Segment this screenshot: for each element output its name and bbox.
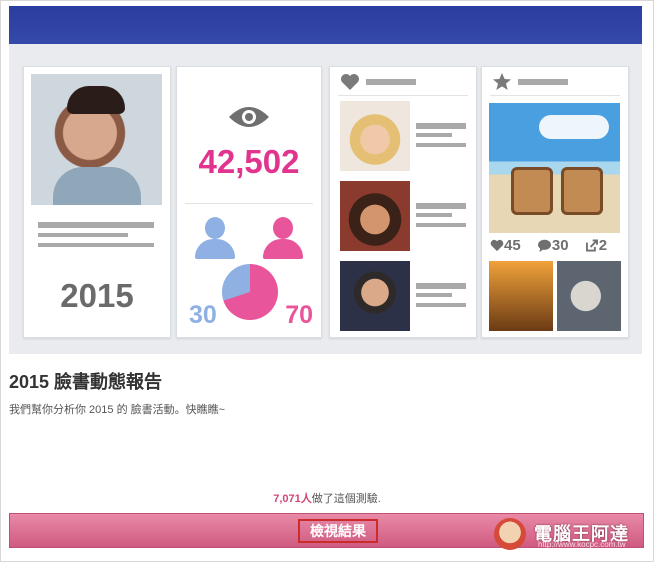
gender-pie-chart	[222, 264, 278, 320]
views-count: 42,502	[198, 143, 300, 180]
page-description: 我們幫你分析你 2015 的 臉書活動。快瞧瞧~	[9, 404, 226, 416]
friends-card	[329, 66, 477, 338]
placeholder-line	[416, 283, 466, 289]
views-card: 42,502 30 70	[176, 66, 322, 338]
friend-photo	[340, 101, 410, 171]
card-year: 2015	[60, 277, 134, 314]
comments-stat: 30	[537, 237, 579, 254]
comment-icon	[537, 239, 551, 252]
cat-photo	[557, 261, 621, 331]
share-icon	[585, 239, 598, 252]
comments-count: 30	[551, 237, 569, 254]
watermark-url: http://www.kocpc.com.tw	[538, 540, 626, 549]
placeholder-line	[416, 213, 452, 217]
likes-stat: 45	[490, 237, 531, 254]
shares-stat: 2	[585, 237, 613, 254]
page-title: 2015 臉書動態報告	[9, 372, 163, 392]
placeholder-line	[416, 133, 452, 137]
hammock-photo	[489, 261, 553, 331]
placeholder-line	[416, 223, 466, 227]
friend-photo	[340, 261, 410, 331]
star-icon	[493, 73, 511, 90]
posts-card: 45 30 2	[481, 66, 629, 338]
watermark: 電腦王阿達 http://www.kocpc.com.tw	[494, 518, 644, 550]
participants-text: 7,071人做了這個測驗.	[0, 490, 654, 506]
divider	[338, 95, 468, 96]
placeholder-line	[416, 303, 466, 307]
likes-count: 45	[504, 237, 521, 254]
friend-photo	[340, 181, 410, 251]
placeholder-line	[38, 222, 154, 228]
beach-photo	[489, 103, 620, 233]
placeholder-line	[416, 203, 466, 209]
banner-header-bar	[9, 6, 642, 44]
female-icon	[263, 217, 303, 261]
placeholder-line	[416, 143, 466, 147]
placeholder-line	[366, 79, 416, 85]
report-banner-image: 2015 42,502 30 70 45 30 2	[9, 6, 642, 354]
placeholder-line	[416, 293, 452, 297]
watermark-logo	[494, 518, 526, 550]
female-percent: 70	[285, 301, 313, 329]
post-stats: 45 30 2	[490, 237, 619, 254]
heart-icon	[490, 239, 504, 252]
divider	[185, 203, 313, 204]
divider	[490, 95, 620, 96]
view-results-label[interactable]: 檢視結果	[298, 519, 378, 543]
male-percent: 30	[189, 301, 217, 329]
placeholder-line	[38, 233, 128, 237]
placeholder-line	[38, 243, 154, 247]
profile-card: 2015	[23, 66, 171, 338]
shares-count: 2	[598, 237, 608, 254]
profile-photo	[31, 74, 162, 205]
participants-suffix: 做了這個測驗.	[311, 493, 381, 505]
eye-icon	[229, 107, 269, 127]
placeholder-line	[518, 79, 568, 85]
placeholder-line	[416, 123, 466, 129]
heart-icon	[341, 74, 359, 90]
participants-count: 7,071人	[273, 493, 312, 505]
male-icon	[195, 217, 235, 261]
